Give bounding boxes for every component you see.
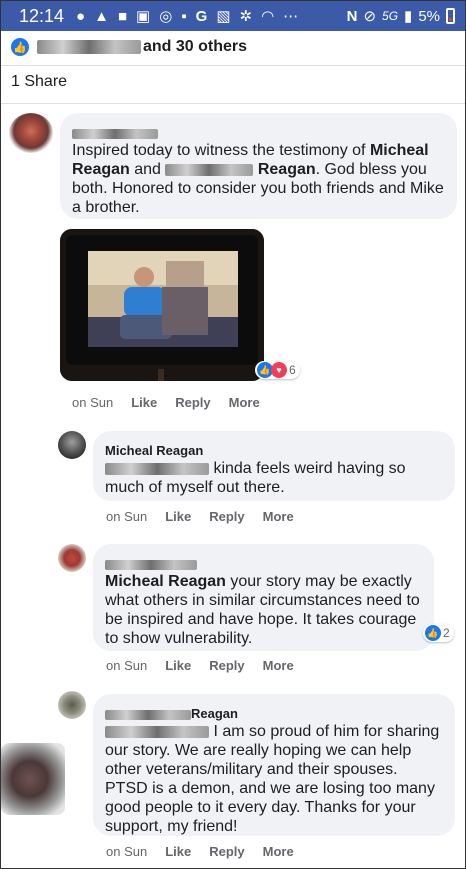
reaction-count[interactable]: 👍 2 [423,624,454,642]
love-icon: ♥ [271,362,287,378]
signal-icon: ▮ [404,8,413,25]
reply-button[interactable]: Reply [209,658,244,673]
reaction-count-value: 6 [289,363,296,377]
avatar [1,743,65,815]
mute-icon: ⊘ [363,8,377,25]
like-button[interactable]: Like [131,395,157,410]
dot-icon: ● [76,7,86,25]
battery-icon [446,8,455,24]
reactions-summary[interactable]: 👍 and 30 others [1,31,465,63]
comment-actions: on Sun Like Reply More [72,395,260,410]
mention-link[interactable]: Micheal Reagan [105,573,226,590]
like-button[interactable]: Like [165,844,191,859]
wifi-icon: ◠ [261,8,275,25]
network-label: 5G [382,9,399,23]
reply-button[interactable]: Reply [175,395,210,410]
comment-actions: on Sun Like Reply More [106,844,294,859]
divider [1,65,465,66]
mention-link[interactable]: Reagan [258,161,316,178]
like-icon: 👍 [11,38,29,56]
bag-icon: ▪ [181,7,187,25]
avatar[interactable] [58,691,86,719]
status-bar: 12:14 ● ▲ ■ ▣ ◎ ▪ G ▧ ✲ ◠ ⋯ N ⊘ 5G ▮ 5% [1,1,465,31]
comment-author[interactable] [72,123,445,139]
comment-bubble: Micheal Reagan kinda feels weird having … [93,431,455,501]
warning-icon: ▲ [94,7,109,25]
avatar[interactable] [58,431,86,459]
comment-timestamp[interactable]: on Sun [106,844,147,859]
reply-button[interactable]: Reply [209,509,244,524]
like-button[interactable]: Like [165,509,191,524]
comment-timestamp[interactable]: on Sun [72,395,113,410]
more-button[interactable]: More [229,395,260,410]
comment-text: kinda feels weird having so much of myse… [105,460,406,496]
more-button[interactable]: More [263,509,294,524]
comment-bubble: Inspired today to witness the testimony … [60,113,457,219]
comment-bubble: Micheal Reagan your story may be exactly… [93,544,434,651]
comment-author[interactable]: Micheal Reagan [105,441,443,458]
divider [1,103,465,104]
notification-icons: ● ▲ ■ ▣ ◎ ▪ G ▧ ✲ ◠ ⋯ [76,7,299,26]
comment-actions: on Sun Like Reply More [106,509,294,524]
battery-percent: 5% [418,7,440,25]
more-button[interactable]: More [263,844,294,859]
nfc-icon: N [346,7,358,25]
like-button[interactable]: Like [165,658,191,673]
bug-icon: ✲ [239,8,253,25]
google-icon: G [195,7,208,25]
more-button[interactable]: More [263,658,294,673]
comment-bubble: Reagan I am so proud of him for sharing … [93,694,455,836]
like-icon: 👍 [425,625,441,641]
image-icon: ▧ [216,8,231,25]
comment-text: Inspired today to witness the testimony … [72,142,444,216]
reactions-summary-text: and 30 others [143,38,248,55]
status-right: N ⊘ 5G ▮ 5% [347,7,455,25]
comment-author[interactable]: Reagan [105,704,443,721]
comment-timestamp[interactable]: on Sun [106,509,147,524]
comment-timestamp[interactable]: on Sun [106,658,147,673]
blurred-names [37,40,141,54]
status-time: 12:14 [19,5,65,26]
comment-text: Micheal Reagan your story may be exactly… [105,573,420,647]
comment-actions: on Sun Like Reply More [106,658,294,673]
reaction-count[interactable]: 👍 ♥ 6 [255,361,300,379]
reply-button[interactable]: Reply [209,844,244,859]
facebook-icon: ■ [117,7,128,25]
more-notifications-icon: ⋯ [283,8,299,25]
comment-photo[interactable] [60,229,264,381]
avatar[interactable] [9,113,53,153]
comment-author[interactable] [105,554,422,570]
shares-count[interactable]: 1 Share [11,73,67,91]
avatar[interactable] [58,544,86,572]
reaction-count-value: 2 [443,626,450,640]
instagram-icon: ◎ [159,8,173,25]
calendar-icon: ▣ [136,8,151,25]
comment-text: I am so proud of him for sharing our sto… [105,723,440,835]
